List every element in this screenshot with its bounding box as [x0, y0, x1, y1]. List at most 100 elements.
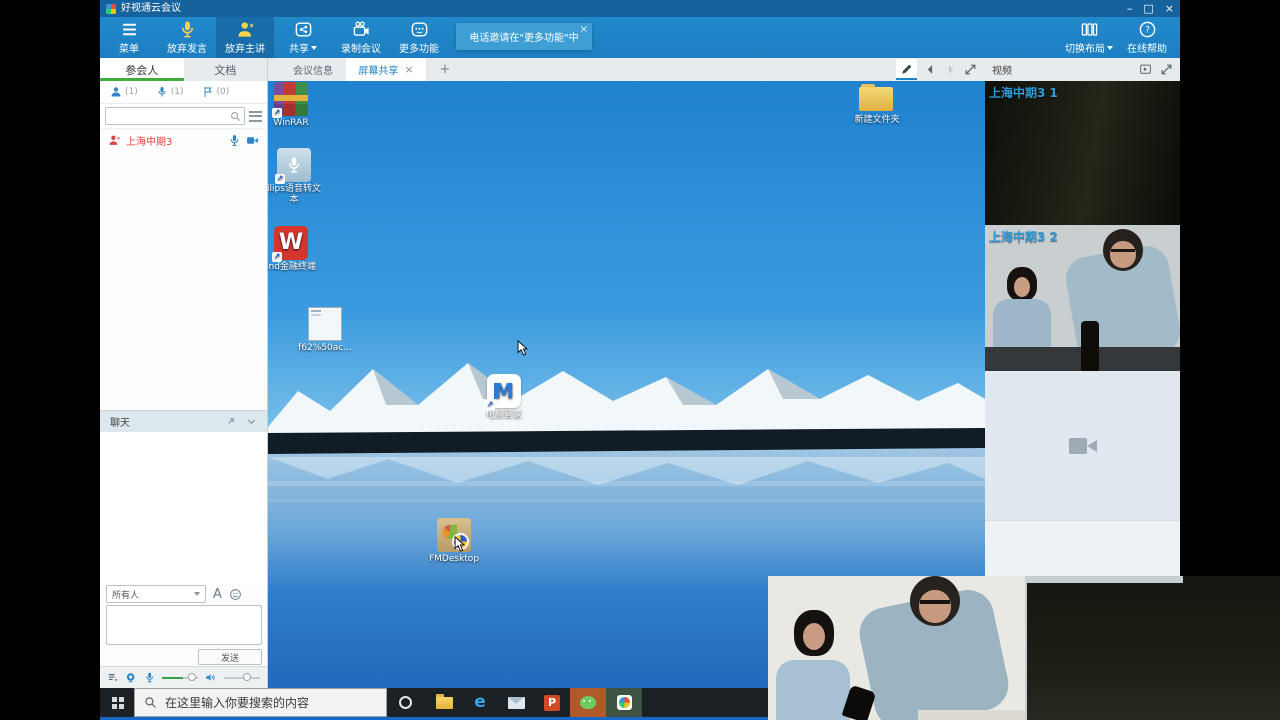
tab-participants-label: 参会人	[125, 62, 158, 78]
edge-button[interactable]: e	[462, 688, 498, 717]
desktop-icon-voice-to-text[interactable]: ↗ ilips语音转文本	[268, 148, 323, 206]
file-explorer-button[interactable]	[426, 688, 462, 717]
chat-input[interactable]	[106, 605, 262, 645]
speaking-count: (1)	[171, 87, 184, 97]
cortana-button[interactable]	[387, 688, 423, 717]
mic-volume-slider[interactable]	[162, 677, 198, 679]
video-feed-empty-1[interactable]	[985, 371, 1180, 520]
pencil-icon	[900, 63, 913, 76]
fullscreen-icon[interactable]	[964, 63, 977, 76]
more-functions-button[interactable]: 更多功能	[390, 17, 448, 58]
participant-camera-icon[interactable]	[246, 134, 259, 147]
close-button[interactable]: ×	[1165, 1, 1174, 16]
video-feed-name: 上海中期3 1	[989, 84, 1058, 101]
desktop-icon-file[interactable]: f62%50ac...	[296, 307, 354, 354]
desktop-icon-label: f62%50ac...	[298, 343, 352, 353]
prev-arrow-icon[interactable]	[924, 63, 937, 76]
desktop-icon-label: 新建文件夹	[854, 115, 899, 125]
participant-mic-icon[interactable]	[228, 134, 241, 147]
meeting-app-taskbar-button[interactable]	[606, 688, 642, 717]
desktop-icon-wind-terminal[interactable]: W↗ ind金融终端	[268, 226, 320, 273]
maximize-button[interactable]: □	[1143, 1, 1153, 16]
settings-list-icon[interactable]	[107, 671, 118, 684]
video-preview-icon[interactable]	[1139, 63, 1152, 76]
tab-documents[interactable]: 文档	[184, 58, 268, 81]
menu-icon	[120, 20, 139, 39]
add-tab-button[interactable]: +	[434, 58, 456, 81]
collapse-chevron-icon[interactable]	[246, 416, 257, 427]
video-panel-title: 视频	[992, 62, 1012, 77]
share-button[interactable]: 共享	[274, 17, 332, 58]
video-feed-name: 上海中期3 2	[989, 228, 1058, 245]
powerpoint-icon: P	[544, 695, 560, 711]
title-bar: 好视通云会议 – □ ×	[100, 0, 1180, 17]
tab-participants[interactable]: 参会人	[100, 58, 184, 81]
switch-layout-button[interactable]: 切换布局	[1060, 17, 1118, 58]
folder-icon	[859, 84, 895, 112]
recipient-select[interactable]: 所有人	[106, 585, 206, 603]
annotate-button[interactable]	[896, 59, 917, 80]
speaker-volume-icon[interactable]	[205, 671, 216, 684]
list-view-icon[interactable]	[249, 111, 262, 122]
desktop-icon-m-app[interactable]: M↗ 电脑管家	[475, 374, 533, 421]
hands-count: (0)	[217, 87, 230, 97]
tab-screen-share[interactable]: 屏幕共享 ×	[346, 58, 426, 81]
online-help-button[interactable]: ? 在线帮助	[1118, 17, 1176, 58]
participant-stats: (1) (1) (0)	[100, 81, 267, 104]
send-button[interactable]: 发送	[198, 649, 262, 665]
mic-volume-icon[interactable]	[144, 671, 155, 684]
participant-search-input[interactable]	[105, 107, 245, 125]
mouse-cursor-icon	[454, 536, 465, 552]
presenter-badge-icon	[108, 134, 121, 147]
tab-close-button[interactable]: ×	[404, 63, 413, 76]
chevron-down-icon	[194, 592, 200, 596]
svg-text:?: ?	[1145, 26, 1150, 36]
mic-glyph-icon	[285, 155, 303, 175]
tab-meeting-info[interactable]: 会议信息	[280, 58, 346, 81]
speaker-volume-slider[interactable]	[224, 677, 260, 679]
popout-icon[interactable]	[225, 416, 236, 427]
left-panel-status-bar	[100, 666, 267, 688]
menu-label: 菜单	[119, 40, 139, 55]
video-feed-1[interactable]: 上海中期3 1	[985, 81, 1180, 225]
record-camera-icon	[352, 20, 371, 39]
tab-meeting-info-label: 会议信息	[293, 62, 333, 77]
shortcut-arrow-icon: ↗	[275, 174, 285, 184]
emoji-button[interactable]	[229, 588, 242, 601]
record-meeting-button[interactable]: 录制会议	[332, 17, 390, 58]
give-up-presenter-button[interactable]: 放弃主讲	[216, 17, 274, 58]
participant-row[interactable]: 上海中期3	[100, 129, 267, 151]
mic-count-icon	[156, 86, 168, 98]
expand-panel-icon[interactable]	[1160, 63, 1173, 76]
minimize-button[interactable]: –	[1127, 1, 1133, 16]
menu-button[interactable]: 菜单	[100, 17, 158, 58]
desktop-icon-label: ind金融终端	[268, 262, 316, 272]
share-label: 共享	[289, 40, 309, 55]
toast-close-button[interactable]: ×	[580, 24, 588, 35]
next-arrow-icon[interactable]	[944, 63, 957, 76]
mail-icon	[508, 697, 525, 709]
font-button[interactable]: A	[213, 587, 222, 602]
chevron-down-icon	[1107, 46, 1113, 50]
desktop-icon-new-folder[interactable]: 新建文件夹	[848, 81, 906, 126]
desktop-icon-label: FMDesktop	[429, 554, 479, 564]
bottle-shape	[1081, 321, 1099, 371]
give-up-speaking-button[interactable]: 放弃发言	[158, 17, 216, 58]
video-feed-2[interactable]: 上海中期3 2	[985, 225, 1180, 371]
person-figure	[1014, 277, 1030, 297]
edge-icon: e	[474, 694, 486, 711]
webcam-icon[interactable]	[125, 671, 136, 684]
taskbar-search[interactable]: 在这里输入你要搜索的内容	[134, 688, 387, 717]
window-controls: – □ ×	[1127, 1, 1174, 16]
camera-scene	[768, 576, 1025, 720]
phone-invite-toast: 电话邀请在"更多功能"中 ×	[456, 23, 592, 50]
mail-button[interactable]	[498, 688, 534, 717]
start-button[interactable]	[100, 688, 134, 717]
person-figure	[776, 660, 850, 720]
powerpoint-button[interactable]: P	[534, 688, 570, 717]
layout-icon	[1080, 20, 1099, 39]
chat-messages-area	[100, 432, 267, 583]
tab-screen-share-label: 屏幕共享	[358, 62, 398, 77]
wechat-button[interactable]	[570, 688, 606, 717]
desktop-icon-winrar[interactable]: ↗ WinRAR	[268, 82, 320, 129]
